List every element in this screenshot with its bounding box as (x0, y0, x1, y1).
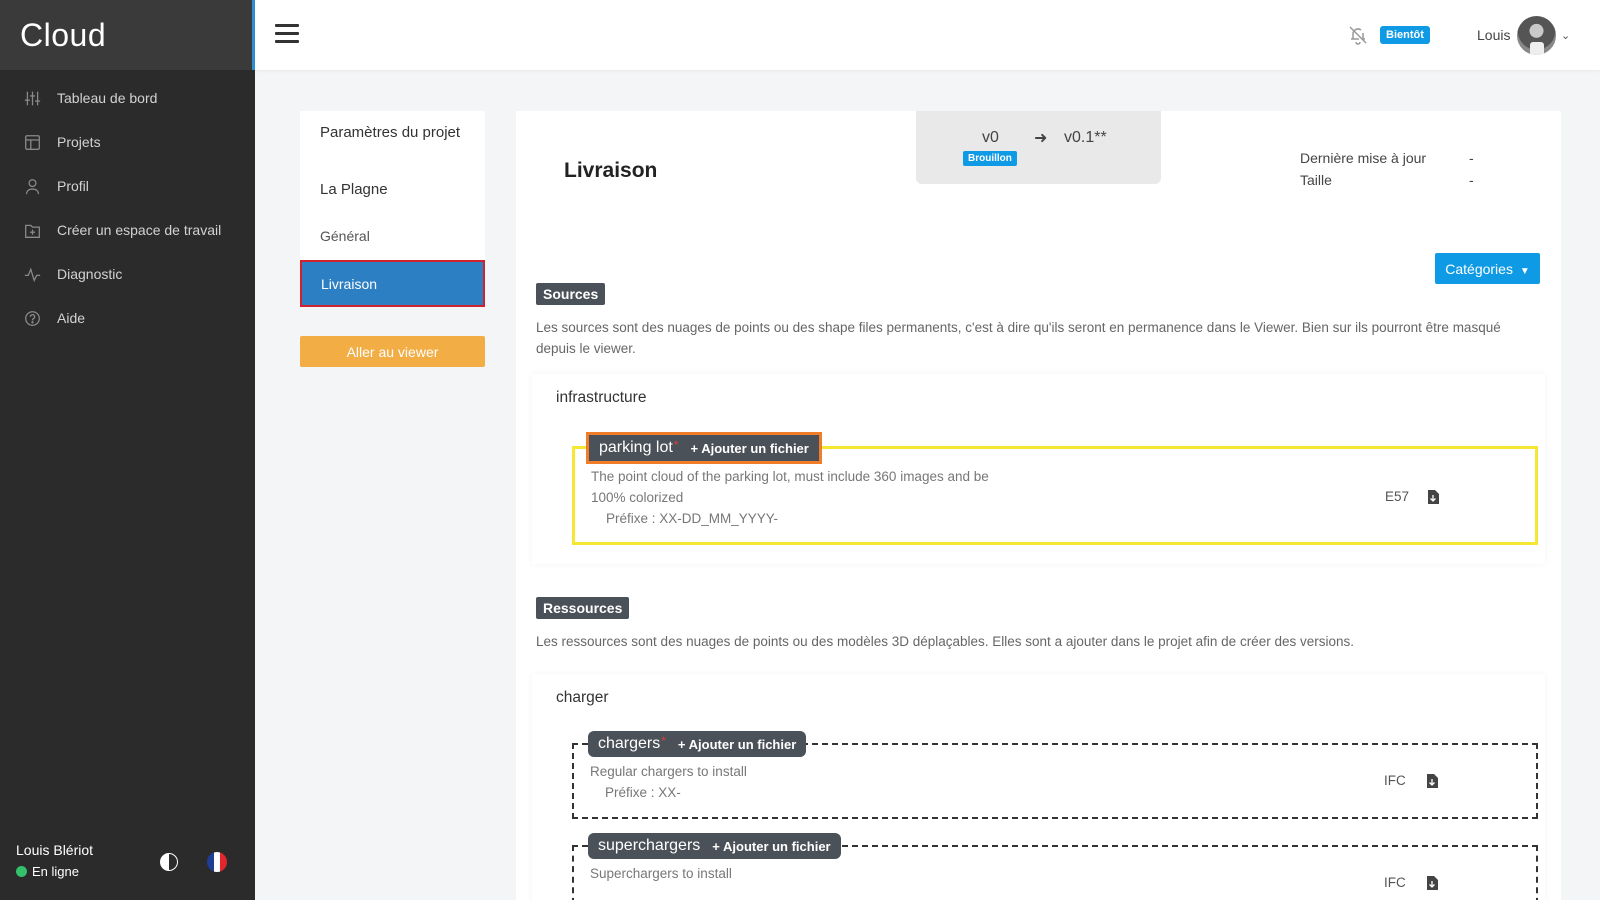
menu-toggle-icon[interactable] (275, 24, 299, 44)
file-description-cont: 100% colorized (591, 490, 684, 505)
add-file-button[interactable]: + Ajouter un fichier (691, 441, 809, 456)
bell-off-icon[interactable] (1348, 25, 1368, 45)
avatar[interactable] (1517, 16, 1556, 55)
version-from: v0 (982, 129, 999, 146)
sidebar-item-help[interactable]: Aide (0, 296, 255, 340)
file-download-icon[interactable] (1426, 774, 1438, 788)
file-slot-superchargers: superchargers + Ajouter un fichier Super… (572, 833, 1538, 900)
add-file-button[interactable]: + Ajouter un fichier (678, 737, 796, 752)
nav-item-livraison[interactable]: Livraison (300, 260, 485, 307)
chevron-down-icon[interactable]: ⌄ (1561, 29, 1570, 42)
file-format: E57 (1385, 489, 1410, 504)
group-title: infrastructure (556, 389, 647, 406)
sidebar-item-label: Profil (57, 178, 89, 194)
french-flag-icon[interactable] (207, 852, 227, 872)
sources-tag: Sources (536, 283, 606, 305)
layout-icon (25, 134, 40, 150)
version-indicator: v0 ➜ v0.1** Brouillon (916, 111, 1161, 184)
status-label: En ligne (32, 864, 79, 879)
sidebar-item-diagnostic[interactable]: Diagnostic (0, 252, 255, 296)
sidebar-item-label: Diagnostic (57, 266, 123, 282)
user-icon (25, 178, 40, 194)
sidebar-item-profile[interactable]: Profil (0, 164, 255, 208)
footer-user-name: Louis Blériot (16, 842, 94, 858)
sidebar-footer: Louis Blériot En ligne (0, 828, 255, 900)
group-charger: charger chargers * + Ajouter un fichier … (532, 674, 1545, 900)
help-circle-icon (25, 310, 40, 326)
file-name: parking lot (599, 439, 673, 456)
project-settings-nav: Paramètres du projet La Plagne Général L… (300, 111, 485, 307)
project-settings-title: Paramètres du projet (320, 124, 461, 141)
add-file-button[interactable]: + Ajouter un fichier (712, 839, 830, 854)
project-name[interactable]: La Plagne (320, 181, 388, 198)
file-slot-chargers: chargers * + Ajouter un fichier Regular … (572, 731, 1538, 819)
file-download-icon[interactable] (1427, 490, 1439, 504)
group-title: charger (556, 689, 609, 706)
sources-description: Les sources sont des nuages de points ou… (536, 320, 1501, 356)
file-format: IFC (1384, 875, 1406, 890)
file-name: superchargers (598, 837, 701, 854)
resources-tag: Ressources (536, 597, 630, 619)
file-format: IFC (1384, 773, 1406, 788)
file-prefix: Préfixe : XX-DD_MM_YYYY- (606, 511, 779, 526)
contrast-toggle-icon[interactable] (159, 852, 179, 872)
sidebar-item-label: Créer un espace de travail (57, 222, 222, 238)
online-dot-icon (16, 866, 27, 877)
sidebar-item-label: Tableau de bord (57, 90, 158, 106)
resources-description: Les ressources sont des nuages de points… (536, 634, 1354, 649)
file-download-icon[interactable] (1426, 876, 1438, 890)
activity-icon (24, 267, 41, 282)
sidebar-nav: Tableau de bord Projets Profil Créer un … (0, 70, 255, 340)
last-update-label: Dernière mise à jour (1300, 150, 1427, 166)
version-to: v0.1** (1064, 129, 1107, 146)
nav-item-general[interactable]: Général (320, 228, 370, 244)
sliders-icon (24, 91, 41, 105)
sidebar-item-label: Projets (57, 134, 101, 150)
brand-logo[interactable]: Cloud (0, 0, 255, 70)
file-description: Regular chargers to install (590, 764, 747, 779)
file-header: chargers * + Ajouter un fichier (588, 731, 807, 757)
categories-dropdown-button[interactable]: Catégories ▼ (1435, 253, 1540, 284)
size-value: - (1469, 172, 1474, 188)
folder-plus-icon (25, 224, 40, 238)
file-slot-parking-lot: parking lot * + Ajouter un fichier The p… (572, 432, 1538, 545)
topbar: Bientôt Louis ⌄ (255, 0, 1600, 70)
file-name: chargers (598, 735, 661, 752)
required-marker: * (661, 733, 666, 748)
last-update-value: - (1469, 150, 1474, 166)
delivery-card: v0 ➜ v0.1** Brouillon Livraison Dernière… (516, 111, 1561, 900)
file-prefix: Préfixe : XX- (605, 785, 681, 800)
file-description: The point cloud of the parking lot, must… (591, 469, 989, 484)
group-infrastructure: infrastructure parking lot * + Ajouter u… (532, 374, 1545, 564)
file-header: parking lot * + Ajouter un fichier (586, 432, 822, 464)
sidebar: Cloud Tableau de bord Projets Profil Cré… (0, 0, 255, 900)
footer-user-status: En ligne (16, 864, 79, 879)
file-header: superchargers + Ajouter un fichier (588, 833, 841, 859)
chevron-down-icon: ▼ (1519, 265, 1530, 277)
draft-badge: Brouillon (963, 151, 1017, 166)
sidebar-item-dashboard[interactable]: Tableau de bord (0, 76, 255, 120)
topbar-user-name[interactable]: Louis (1477, 27, 1510, 43)
categories-label: Catégories (1445, 260, 1513, 277)
required-marker: * (673, 437, 679, 452)
size-label: Taille (1300, 172, 1332, 188)
soon-badge: Bientôt (1380, 26, 1430, 44)
sidebar-item-label: Aide (57, 310, 86, 326)
page-title: Livraison (564, 159, 658, 182)
go-to-viewer-button[interactable]: Aller au viewer (300, 336, 485, 367)
sidebar-item-create-workspace[interactable]: Créer un espace de travail (0, 208, 255, 252)
file-description: Superchargers to install (590, 866, 732, 881)
sidebar-item-projects[interactable]: Projets (0, 120, 255, 164)
arrow-right-icon: ➜ (1034, 130, 1048, 147)
